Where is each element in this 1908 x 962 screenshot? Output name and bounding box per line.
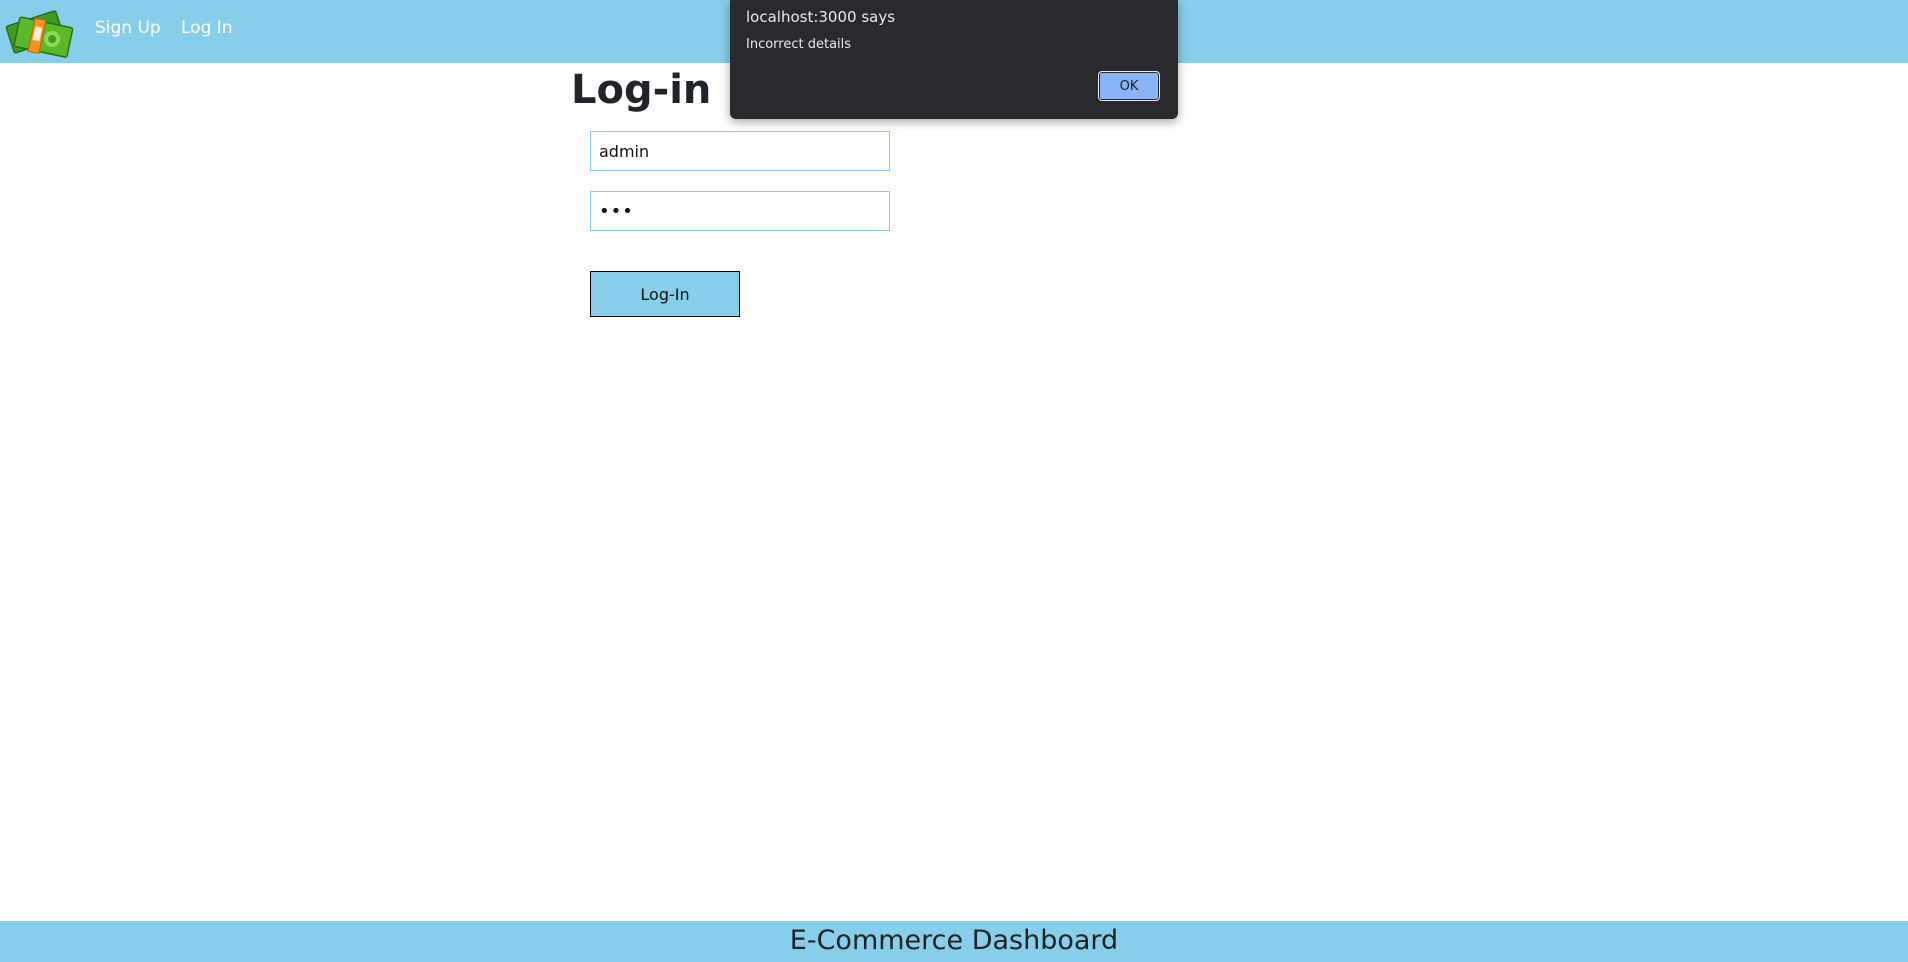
alert-dialog: localhost:3000 says Incorrect details OK [730, 0, 1178, 119]
log-in-button[interactable]: Log-In [590, 271, 740, 317]
nav-link-sign-up[interactable]: Sign Up [95, 18, 161, 38]
password-input[interactable] [590, 191, 890, 231]
nav-link-log-in[interactable]: Log In [181, 18, 233, 38]
page-title: Log-in [571, 67, 712, 113]
footer: E-Commerce Dashboard [0, 921, 1908, 962]
username-input[interactable] [590, 131, 890, 171]
alert-origin: localhost:3000 says [746, 8, 896, 26]
alert-message: Incorrect details [746, 37, 852, 52]
footer-title: E-Commerce Dashboard [789, 925, 1119, 956]
alert-ok-button[interactable]: OK [1098, 71, 1160, 101]
money-bills-logo-icon[interactable] [5, 4, 77, 58]
